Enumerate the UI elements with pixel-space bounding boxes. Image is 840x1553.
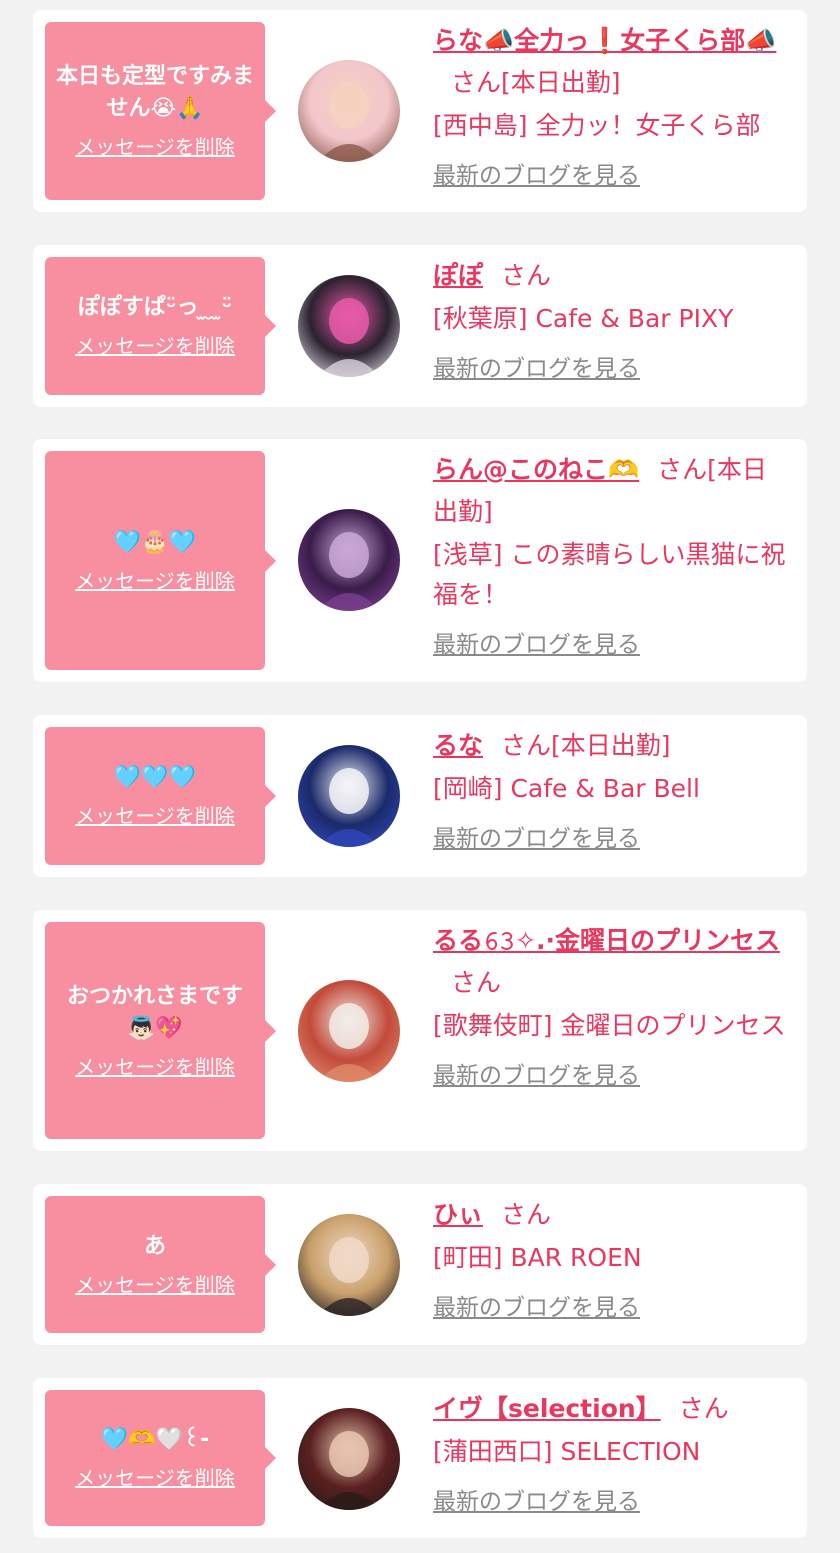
cast-status: さん [501,261,552,290]
latest-blog-link[interactable]: 最新のブログを見る [433,160,640,192]
cast-name-link[interactable]: イヴ【selection】 [433,1394,661,1423]
message-text: 🩵🩵🩵 [113,765,197,790]
delete-message-link[interactable]: メッセージを削除 [75,567,235,595]
delete-message-link[interactable]: メッセージを削除 [75,332,235,360]
cast-name-link[interactable]: らな📣全力っ❗️女子くら部📣 [433,26,776,55]
delete-message-link[interactable]: メッセージを削除 [75,133,235,161]
cast-info: ぽぽ さん [秋葉原] Cafe & Bar PIXY 最新のブログを見る [433,255,787,385]
latest-blog-link[interactable]: 最新のブログを見る [433,1292,640,1324]
message-bubble: ぽぽすぱᵕ̈っ ̫ ̮ ̫ᵕ̈ メッセージを削除 [45,257,276,395]
message-bubble: 🩵🫶🤍꒰- メッセージを削除 [45,1390,276,1526]
message-bubble: あ メッセージを削除 [45,1196,276,1333]
delete-message-link[interactable]: メッセージを削除 [75,1271,235,1299]
shop-name: [秋葉原] Cafe & Bar PIXY [433,304,734,333]
cast-info: らな📣全力っ❗️女子くら部📣 さん[本日出勤] [西中島] 全力ッ！女子くら部 最… [433,20,787,192]
message-card: ぽぽすぱᵕ̈っ ̫ ̮ ̫ᵕ̈ メッセージを削除 ぽぽ さん [秋葉原] Caf… [33,245,807,407]
message-text: おつかれさまです👼🏻💖 [66,983,243,1041]
latest-blog-link[interactable]: 最新のブログを見る [433,1060,640,1092]
message-card: おつかれさまです👼🏻💖 メッセージを削除 るる𝟼𝟹✧.·金曜日のプリンセスさん … [33,910,807,1151]
cast-info: るる𝟼𝟹✧.·金曜日のプリンセスさん [歌舞伎町] 金曜日のプリンセス 最新のブ… [433,920,787,1092]
latest-blog-link[interactable]: 最新のブログを見る [433,1486,640,1518]
message-card: あ メッセージを削除 ひぃ さん [町田] BAR ROEN 最新のブログを見る [33,1184,807,1345]
delete-message-link[interactable]: メッセージを削除 [75,802,235,830]
shop-name: [町田] BAR ROEN [433,1243,642,1272]
avatar[interactable] [298,1408,400,1510]
message-bubble: 🩵🩵🩵 メッセージを削除 [45,727,276,865]
message-bubble: 本日も定型ですみません😭🙏 メッセージを削除 [45,22,276,200]
cast-status: さん [451,968,502,997]
message-bubble: おつかれさまです👼🏻💖 メッセージを削除 [45,922,276,1139]
message-text: 本日も定型ですみません😭🙏 [55,64,254,121]
shop-name: [浅草] この素晴らしい黒猫に祝福を！ [433,540,786,609]
message-text: ぽぽすぱᵕ̈っ ̫ ̮ ̫ᵕ̈ [77,295,233,320]
message-bubble: 🩵🎂🩵 メッセージを削除 [45,451,276,670]
cast-status: さん[本日出勤] [501,731,671,760]
message-list: 本日も定型ですみません😭🙏 メッセージを削除 らな📣全力っ❗️女子くら部📣さん[… [0,0,840,1553]
cast-name-link[interactable]: るる𝟼𝟹✧.·金曜日のプリンセス [433,926,780,955]
cast-status: さん[本日出勤] [451,68,621,97]
cast-status: さん [678,1394,729,1423]
message-card: 本日も定型ですみません😭🙏 メッセージを削除 らな📣全力っ❗️女子くら部📣さん[… [33,10,807,212]
avatar[interactable] [298,745,400,847]
avatar[interactable] [298,1214,400,1316]
cast-info: らん@このねこ🫶 さん[本日出勤] [浅草] この素晴らしい黒猫に祝福を！ 最新の… [433,449,787,661]
avatar[interactable] [298,60,400,162]
shop-name: [蒲田西口] SELECTION [433,1437,701,1466]
latest-blog-link[interactable]: 最新のブログを見る [433,823,640,855]
latest-blog-link[interactable]: 最新のブログを見る [433,629,640,661]
cast-name-link[interactable]: らん@このねこ🫶 [433,455,639,484]
avatar[interactable] [298,275,400,377]
cast-info: るな さん[本日出勤] [岡崎] Cafe & Bar Bell 最新のブログを見… [433,725,787,855]
cast-name-link[interactable]: ひぃ [433,1200,483,1229]
message-card: 🩵🩵🩵 メッセージを削除 るな さん[本日出勤] [岡崎] Cafe & Bar… [33,715,807,877]
avatar[interactable] [298,980,400,1082]
message-text: あ [143,1233,166,1259]
message-card: 🩵🎂🩵 メッセージを削除 らん@このねこ🫶 さん[本日出勤] [浅草] この素晴… [33,439,807,682]
message-text: 🩵🫶🤍꒰- [100,1427,210,1452]
shop-name: [西中島] 全力ッ！女子くら部 [433,111,761,140]
cast-name-link[interactable]: るな [433,731,483,760]
cast-info: ひぃ さん [町田] BAR ROEN 最新のブログを見る [433,1194,787,1324]
cast-name-link[interactable]: ぽぽ [433,261,483,290]
message-text: 🩵🎂🩵 [113,529,197,555]
shop-name: [歌舞伎町] 金曜日のプリンセス [433,1011,786,1040]
delete-message-link[interactable]: メッセージを削除 [75,1053,235,1081]
latest-blog-link[interactable]: 最新のブログを見る [433,353,640,385]
shop-name: [岡崎] Cafe & Bar Bell [433,774,700,803]
message-card: 🩵🫶🤍꒰- メッセージを削除 イヴ【selection】 さん [蒲田西口] S… [33,1378,807,1538]
cast-info: イヴ【selection】 さん [蒲田西口] SELECTION 最新のブログを… [433,1388,787,1518]
delete-message-link[interactable]: メッセージを削除 [75,1464,235,1492]
cast-status: さん [501,1200,552,1229]
avatar[interactable] [298,509,400,611]
